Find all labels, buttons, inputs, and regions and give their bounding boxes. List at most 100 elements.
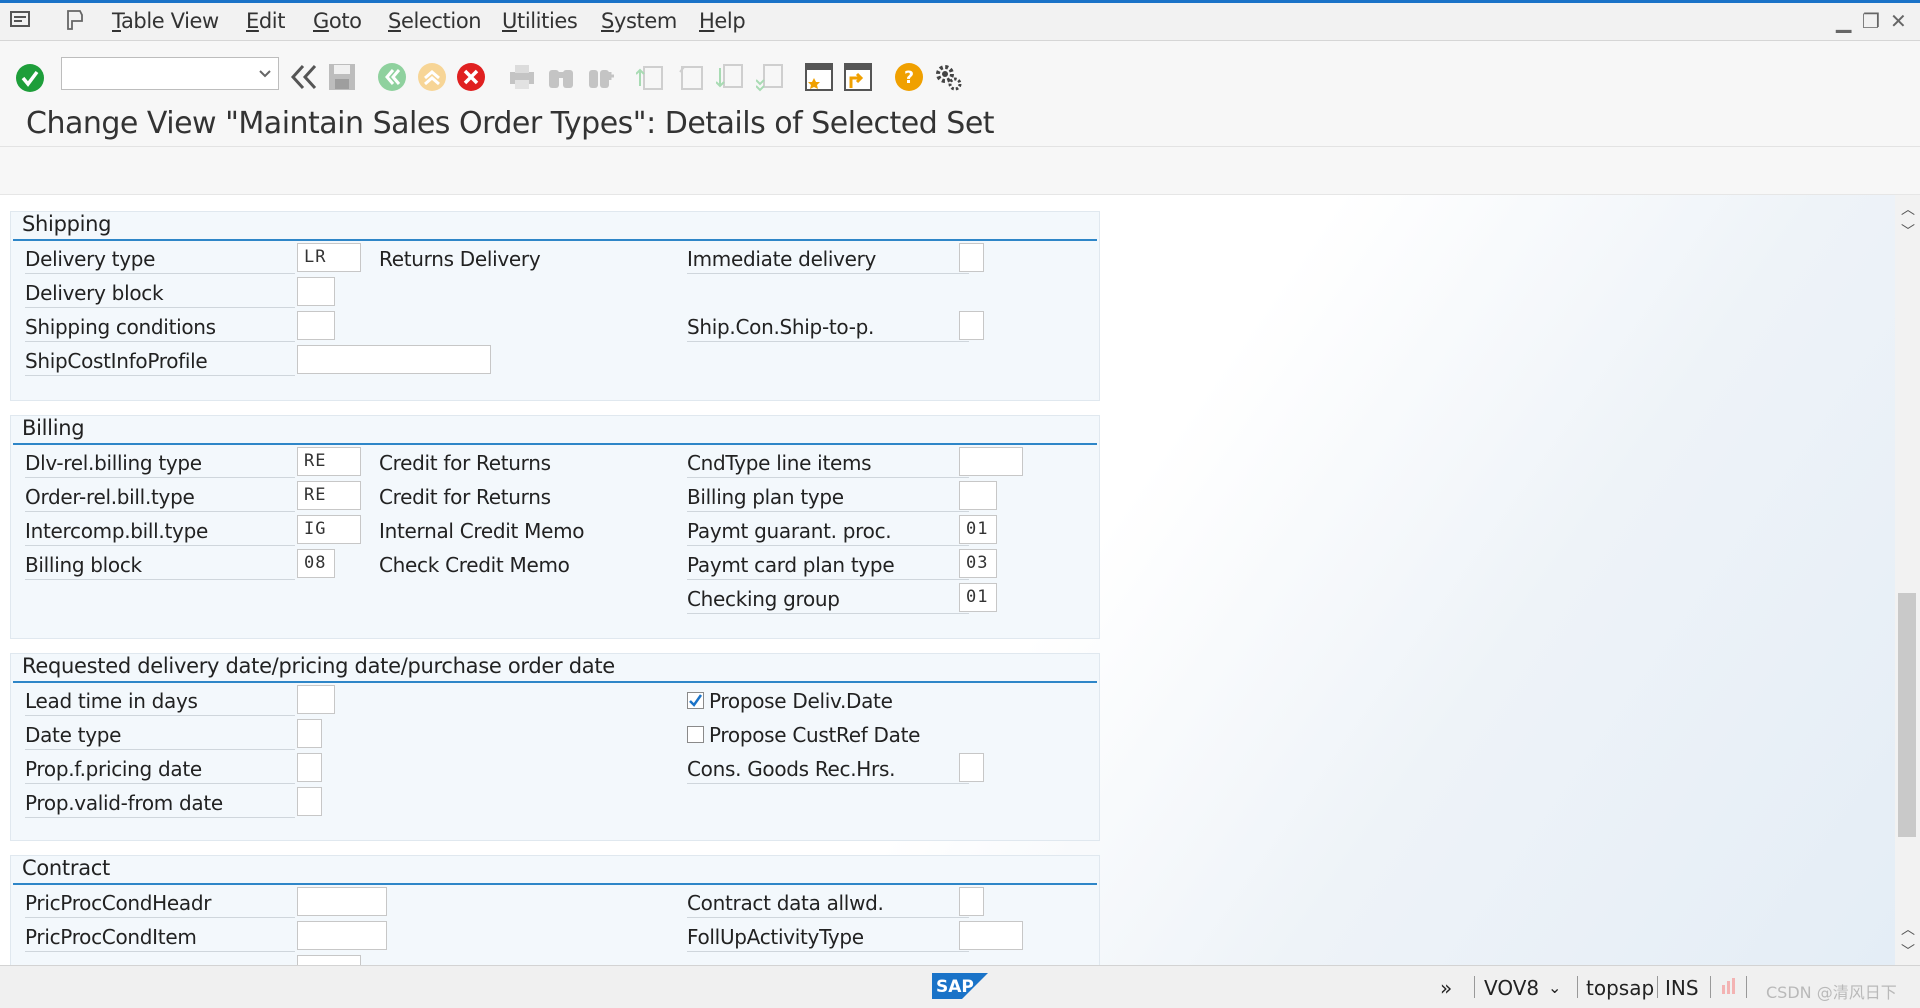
delivery-block-field[interactable] xyxy=(297,277,335,306)
vertical-scrollbar[interactable]: ︿ ﹀ ︿ ﹀ xyxy=(1895,195,1920,965)
delivery-type-label: Delivery type xyxy=(25,244,295,274)
group-divider xyxy=(13,883,1097,885)
status-bar: SAP » VOV8 ⌄ topsap INS CSDN @清风日下 xyxy=(0,965,1920,1008)
command-field[interactable] xyxy=(61,57,279,90)
delivery-block-label: Delivery block xyxy=(25,278,295,308)
expand-status-icon[interactable]: » xyxy=(1440,976,1452,1000)
back-icon[interactable] xyxy=(377,62,407,96)
propose-custref-date-checkbox[interactable] xyxy=(687,726,704,743)
restore-icon[interactable]: ❐ xyxy=(1862,9,1880,33)
prop-pricing-date-field[interactable] xyxy=(297,753,322,782)
date-type-field[interactable] xyxy=(297,719,322,748)
menu-system[interactable]: System xyxy=(601,9,677,33)
customize-layout-icon[interactable] xyxy=(933,62,963,96)
first-page-icon[interactable] xyxy=(635,62,666,96)
billing-plan-type-label: Billing plan type xyxy=(687,482,969,512)
performance-icon xyxy=(1720,977,1738,999)
separator xyxy=(1710,976,1711,998)
cancel-icon[interactable] xyxy=(456,62,486,96)
double-chevron-left-icon[interactable] xyxy=(289,62,319,96)
cons-goods-rec-field[interactable] xyxy=(959,753,984,782)
scroll-up-icon[interactable]: ︿ xyxy=(1901,199,1915,219)
cndtype-line-items-label: CndType line items xyxy=(687,448,969,478)
scrollbar-thumb[interactable] xyxy=(1898,593,1916,837)
chevron-down-icon[interactable] xyxy=(258,63,272,87)
intercomp-billing-text: Internal Credit Memo xyxy=(379,519,585,543)
intercomp-billing-label: Intercomp.bill.type xyxy=(25,516,295,546)
billing-plan-type-field[interactable] xyxy=(959,481,997,510)
shipping-conditions-field[interactable] xyxy=(297,311,335,340)
lead-time-field[interactable] xyxy=(297,685,335,714)
next-page-icon[interactable] xyxy=(715,62,746,96)
order-rel-billing-label: Order-rel.bill.type xyxy=(25,482,295,512)
pricproc-headr-field[interactable] xyxy=(297,887,387,916)
lead-time-label: Lead time in days xyxy=(25,686,295,716)
page-title: Change View "Maintain Sales Order Types"… xyxy=(26,106,995,141)
help-icon[interactable]: ? xyxy=(894,62,924,96)
contract-data-field[interactable] xyxy=(959,887,984,916)
delivery-type-field[interactable]: LR xyxy=(297,243,361,272)
group-title-billing: Billing xyxy=(22,416,85,440)
group-title-shipping: Shipping xyxy=(22,212,112,236)
propose-deliv-date-checkbox[interactable] xyxy=(687,692,704,709)
follup-activity-field[interactable] xyxy=(959,921,1023,950)
previous-page-icon[interactable] xyxy=(676,62,706,96)
chevron-down-icon[interactable]: ⌄ xyxy=(1548,978,1561,997)
close-window-icon[interactable]: ✕ xyxy=(1890,9,1907,33)
menu-selection[interactable]: Selection xyxy=(388,9,482,33)
ship-con-ship-to-field[interactable] xyxy=(959,311,984,340)
checking-group-field[interactable]: 01 xyxy=(959,583,997,612)
menu-edit[interactable]: Edit xyxy=(246,9,285,33)
checking-group-label: Checking group xyxy=(687,584,969,614)
minimize-icon[interactable]: ▁ xyxy=(1836,9,1851,33)
menu-goto[interactable]: Goto xyxy=(313,9,362,33)
pricproc-item-label: PricProcCondItem xyxy=(25,922,295,952)
scroll-down-icon[interactable]: ﹀ xyxy=(1901,221,1915,241)
input-mode[interactable]: INS xyxy=(1665,976,1699,1000)
group-divider xyxy=(13,681,1097,683)
pin-icon[interactable] xyxy=(64,9,86,35)
contract-group: Contract PricProcCondHeadr PricProcCondI… xyxy=(10,855,1100,965)
shipping-group: Shipping Delivery type LR Returns Delive… xyxy=(10,211,1100,401)
new-session-icon[interactable] xyxy=(804,62,834,96)
partially-visible-field[interactable] xyxy=(297,955,361,965)
ship-con-ship-to-label: Ship.Con.Ship-to-p. xyxy=(687,312,969,342)
dates-group: Requested delivery date/pricing date/pur… xyxy=(10,653,1100,841)
last-page-icon[interactable] xyxy=(755,62,786,96)
billing-group: Billing Dlv-rel.billing type RE Credit f… xyxy=(10,415,1100,639)
system-user: topsap xyxy=(1586,976,1655,1000)
group-divider xyxy=(13,443,1097,445)
intercomp-billing-field[interactable]: IG xyxy=(297,515,361,544)
ship-cost-profile-label: ShipCostInfoProfile xyxy=(25,346,295,376)
enter-icon[interactable] xyxy=(15,63,45,97)
scroll-down-icon[interactable]: ﹀ xyxy=(1901,941,1915,961)
menu-table-view[interactable]: Table View xyxy=(112,9,219,33)
billing-block-text: Check Credit Memo xyxy=(379,553,570,577)
pricproc-headr-label: PricProcCondHeadr xyxy=(25,888,295,918)
dlv-rel-billing-field[interactable]: RE xyxy=(297,447,361,476)
application-toolbar xyxy=(0,147,1920,195)
menu-utilities[interactable]: Utilities xyxy=(502,9,578,33)
exit-icon[interactable] xyxy=(417,62,447,96)
command-input[interactable] xyxy=(66,58,250,89)
content-area: Shipping Delivery type LR Returns Delive… xyxy=(0,195,1895,965)
paymt-guarant-field[interactable]: 01 xyxy=(959,515,997,544)
ship-cost-profile-field[interactable] xyxy=(297,345,491,374)
propose-custref-date-label: Propose CustRef Date xyxy=(709,723,921,747)
title-bar: Change View "Maintain Sales Order Types"… xyxy=(0,101,1920,147)
paymt-card-plan-field[interactable]: 03 xyxy=(959,549,997,578)
billing-block-field[interactable]: 08 xyxy=(297,549,335,578)
find-icon[interactable] xyxy=(546,62,576,96)
menu-icon[interactable] xyxy=(10,9,32,33)
pricproc-item-field[interactable] xyxy=(297,921,387,950)
find-next-icon[interactable] xyxy=(586,62,616,96)
print-icon[interactable] xyxy=(507,62,537,96)
save-icon[interactable] xyxy=(327,62,357,96)
menu-help[interactable]: Help xyxy=(699,9,746,33)
cndtype-line-items-field[interactable] xyxy=(959,447,1023,476)
scroll-up-icon[interactable]: ︿ xyxy=(1901,919,1915,939)
shortcut-icon[interactable] xyxy=(843,62,873,96)
prop-valid-from-field[interactable] xyxy=(297,787,322,816)
immediate-delivery-field[interactable] xyxy=(959,243,984,272)
order-rel-billing-field[interactable]: RE xyxy=(297,481,361,510)
